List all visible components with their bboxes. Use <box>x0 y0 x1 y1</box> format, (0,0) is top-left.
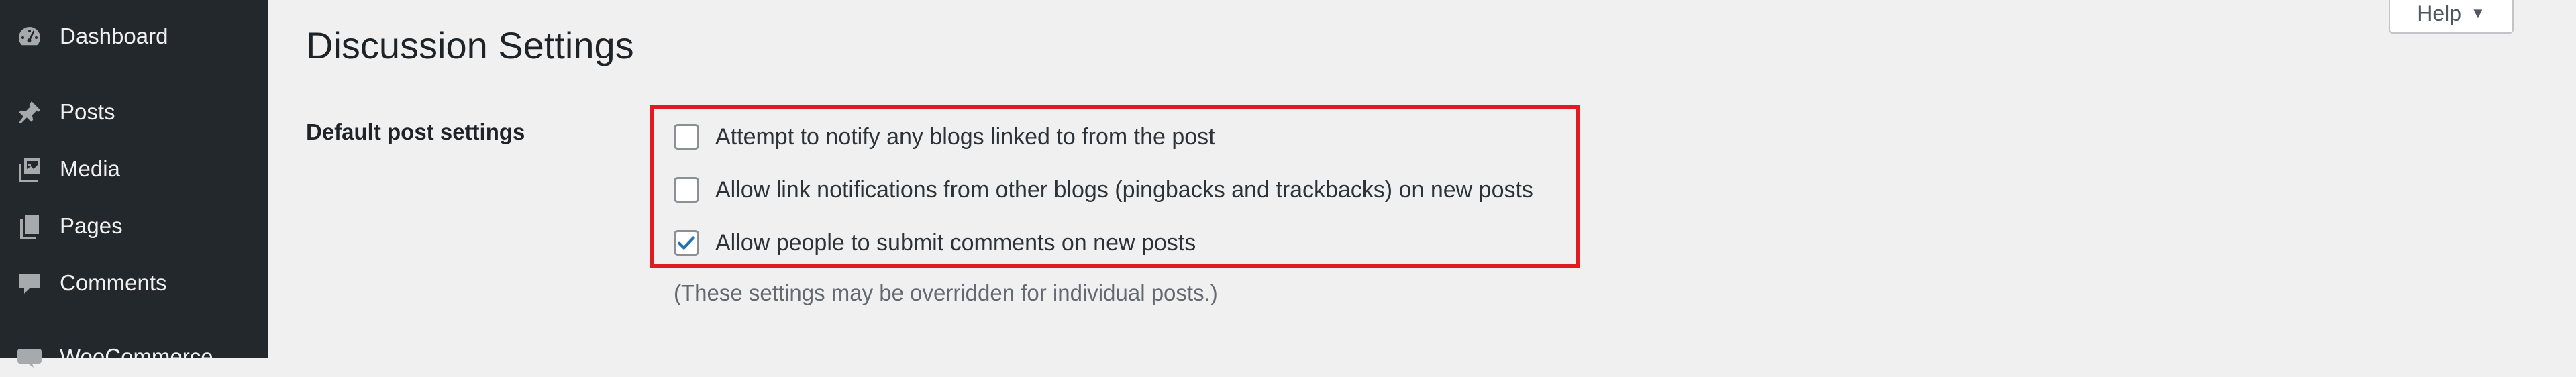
help-label: Help <box>2417 1 2462 25</box>
checkmark-icon <box>678 236 695 250</box>
pushpin-icon <box>15 97 44 127</box>
sidebar-item-label: Posts <box>60 99 115 124</box>
sidebar-item-label: WooCommerce <box>60 344 213 369</box>
sidebar-item-posts[interactable]: Posts <box>0 92 268 132</box>
notify-linked-blogs-option[interactable]: Attempt to notify any blogs linked to fr… <box>674 121 1215 153</box>
option-label: Attempt to notify any blogs linked to fr… <box>715 123 1215 150</box>
sidebar-item-label: Comments <box>60 270 167 295</box>
default-post-settings-label: Default post settings <box>306 119 525 144</box>
allow-comments-option[interactable]: Allow people to submit comments on new p… <box>674 227 1196 259</box>
allow-pingbacks-option[interactable]: Allow link notifications from other blog… <box>674 174 1533 206</box>
media-icon <box>15 154 44 184</box>
sidebar-item-pages[interactable]: Pages <box>0 206 268 246</box>
allow-comments-checkbox[interactable] <box>674 230 699 256</box>
allow-pingbacks-checkbox[interactable] <box>674 177 699 203</box>
notify-linked-blogs-checkbox[interactable] <box>674 124 699 150</box>
sidebar-item-woocommerce[interactable]: WooCommerce <box>0 337 268 377</box>
settings-note: (These settings may be overridden for in… <box>674 280 1218 305</box>
sidebar-item-label: Pages <box>60 213 123 238</box>
sidebar-item-label: Dashboard <box>60 23 168 48</box>
sidebar-item-media[interactable]: Media <box>0 149 268 189</box>
option-label: Allow link notifications from other blog… <box>715 176 1533 203</box>
admin-sidebar: Dashboard Posts Media Pages Comments Woo… <box>0 0 268 369</box>
sidebar-item-label: Media <box>60 156 120 181</box>
sidebar-item-comments[interactable]: Comments <box>0 263 268 303</box>
woocommerce-icon <box>15 342 44 372</box>
comments-icon <box>15 268 44 298</box>
option-label: Allow people to submit comments on new p… <box>715 229 1196 256</box>
caret-down-icon: ▼ <box>2471 5 2485 21</box>
page-title: Discussion Settings <box>306 24 634 66</box>
help-button[interactable]: Help ▼ <box>2389 0 2514 34</box>
dashboard-icon <box>15 21 44 51</box>
pages-icon <box>15 211 44 241</box>
sidebar-item-dashboard[interactable]: Dashboard <box>0 16 268 56</box>
